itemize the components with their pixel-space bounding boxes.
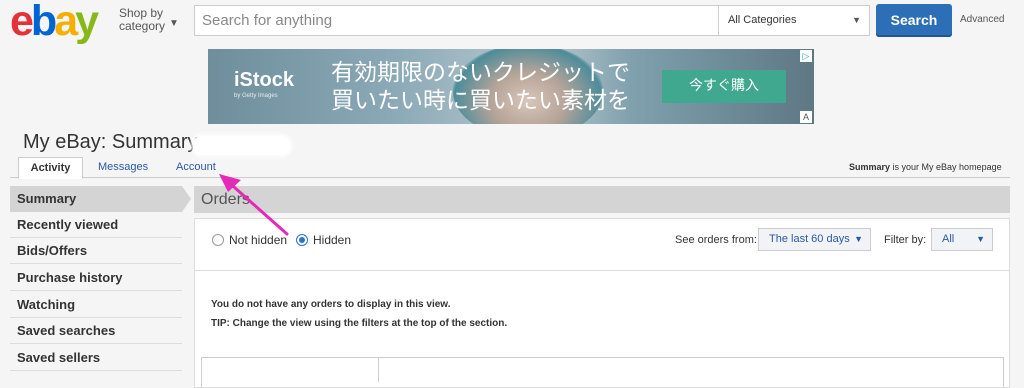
chevron-down-icon: ▼ [976,234,985,244]
filter-dropdown-value: All [942,233,955,245]
sidebar-item-purchase-history[interactable]: Purchase history [10,265,182,291]
sidebar-item-summary[interactable]: Summary [10,186,191,212]
orders-panel-divider [194,270,1010,271]
search-input[interactable]: Search for anything [194,5,719,36]
logo-letter-b: b [30,0,57,45]
ad-copy-line1: 有効期限のないクレジットで [331,60,630,86]
advanced-search-link[interactable]: Advanced [960,14,1004,25]
empty-orders-message: You do not have any orders to display in… [211,299,451,310]
tabs-divider [10,177,1010,178]
see-orders-label: See orders from: [675,234,757,246]
ad-brand-sub: by Getty Images [234,93,278,99]
shop-by-line2: category [119,19,166,33]
sidebar-item-watching[interactable]: Watching [10,292,182,318]
category-select[interactable]: All Categories ▼ [719,5,870,36]
annotation-arrow-icon [219,174,289,236]
tab-account[interactable]: Account [176,157,216,177]
orders-heading: Orders [194,186,1010,213]
logo-letter-e: e [10,0,34,45]
category-select-value: All Categories [728,14,797,26]
sidebar-item-bids-offers[interactable]: Bids/Offers [10,238,182,264]
ebay-logo[interactable]: ebay [10,0,99,45]
page-title: My eBay: Summary [23,131,198,153]
search-button[interactable]: Search [876,4,952,37]
ad-info-icon[interactable]: A [800,111,812,123]
logo-letter-a: a [54,0,78,45]
chevron-down-icon: ▼ [854,234,863,244]
redacted-username [193,136,290,155]
tab-activity[interactable]: Activity [18,157,83,179]
ad-buy-button[interactable]: 今すぐ購入 [662,70,786,103]
tip-message: TIP: Change the view using the filters a… [211,318,508,329]
summary-note-text: is your My eBay homepage [890,162,1002,172]
summary-note: Summary is your My eBay homepage [849,162,1002,172]
orders-table [201,357,1004,387]
shop-by-category-button[interactable]: Shop by category ▼ [119,7,179,33]
filter-dropdown[interactable]: All ▼ [931,228,993,251]
sidebar-item-recently-viewed[interactable]: Recently viewed [10,212,182,238]
radio-hidden[interactable] [296,234,308,246]
orders-table-column-divider [378,357,379,382]
radio-hidden-label[interactable]: Hidden [313,233,351,247]
filter-by-label: Filter by: [884,234,927,246]
ad-copy-line2: 買いたい時に買いたい素材を [331,88,630,114]
period-dropdown-value: The last 60 days [769,233,850,245]
chevron-down-icon: ▼ [852,15,861,25]
period-dropdown[interactable]: The last 60 days ▼ [758,228,871,251]
ad-banner[interactable]: iStock by Getty Images 有効期限のないクレジットで 買いた… [208,49,814,124]
sidebar-item-saved-sellers[interactable]: Saved sellers [10,345,182,371]
tab-messages[interactable]: Messages [98,157,148,177]
ad-brand: iStock [234,69,295,91]
logo-letter-y: y [75,0,99,45]
adchoices-icon[interactable]: ▷ [800,50,812,62]
ad-copy: 有効期限のないクレジットで 買いたい時に買いたい素材を [331,59,630,115]
summary-note-bold: Summary [849,162,891,172]
sidebar-item-saved-searches[interactable]: Saved searches [10,318,182,344]
chevron-down-icon: ▼ [169,18,179,29]
